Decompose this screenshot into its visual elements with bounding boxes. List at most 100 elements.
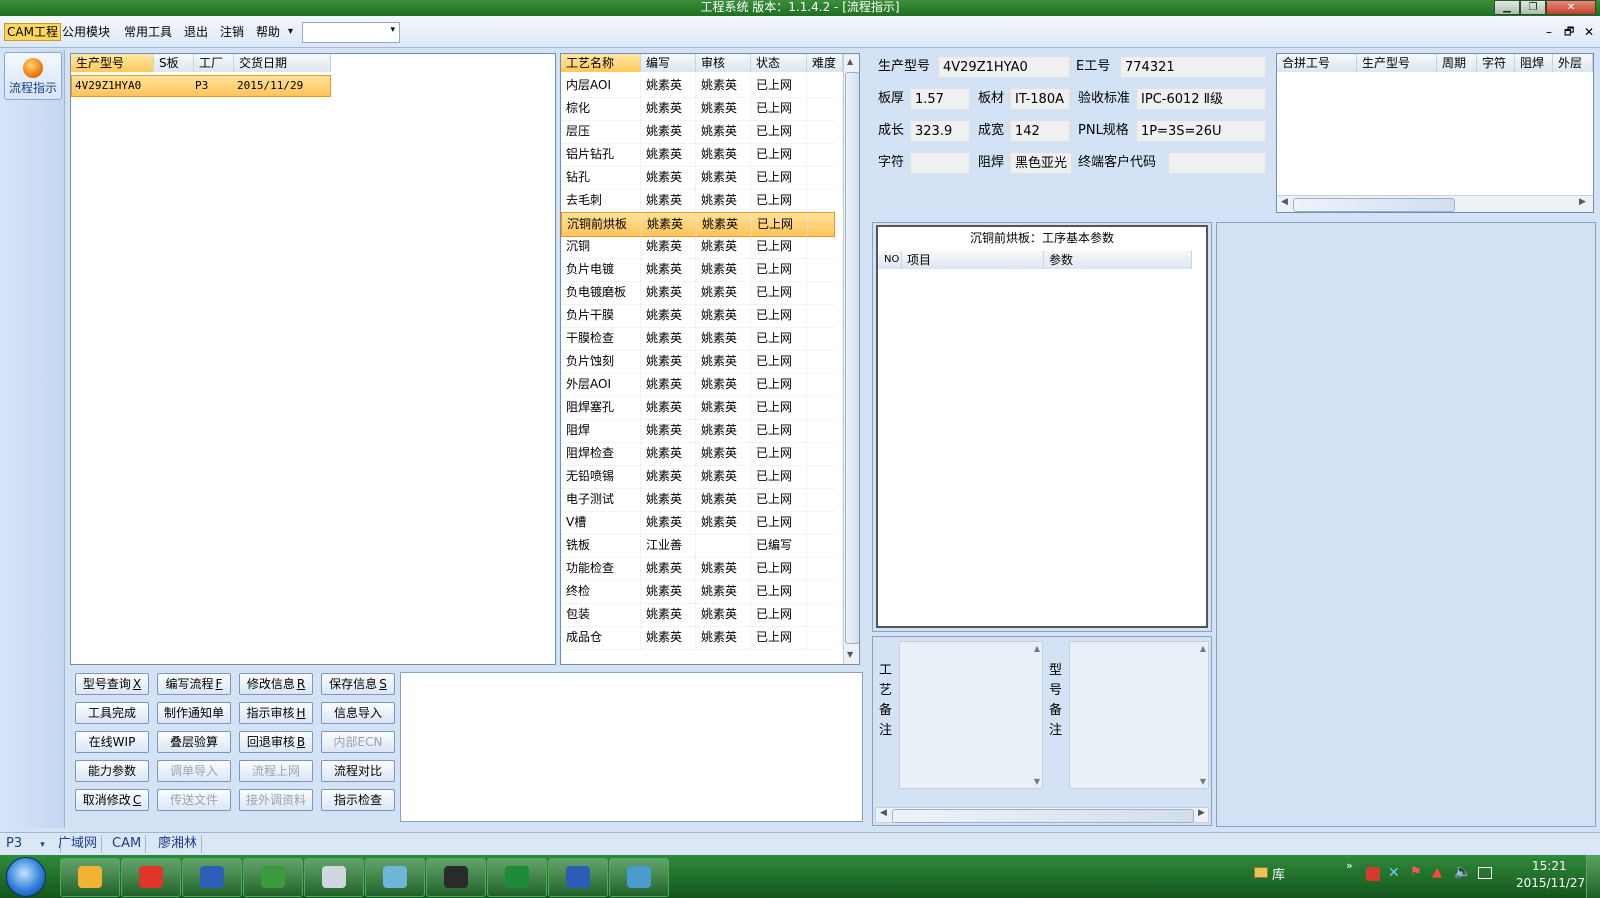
table-row[interactable]: 沉铜前烘板 姚素英 姚素英 已上网 — [561, 212, 844, 237]
action-button-11[interactable]: 内部ECN — [321, 731, 395, 753]
x-app-icon[interactable] — [426, 858, 486, 897]
table-row[interactable]: 终检 姚素英 姚素英 已上网 — [561, 580, 843, 604]
scroll-up-icon[interactable]: ▲ — [847, 57, 853, 66]
field-model[interactable]: 4V29Z1HYA0 — [938, 56, 1070, 78]
action-button-3[interactable]: 保存信息 S — [321, 673, 395, 695]
column-header-process[interactable]: 工艺名称 — [561, 54, 641, 72]
model-notes-input[interactable]: ▲ ▼ — [1069, 641, 1209, 789]
green-f-app-icon[interactable] — [243, 858, 303, 897]
action-button-15[interactable]: 流程对比 — [321, 760, 395, 782]
scroll-left-icon[interactable]: ◀ — [1281, 197, 1288, 207]
menu-cam[interactable]: CAM工程 — [4, 23, 61, 41]
menu-logout[interactable]: 注销 — [218, 24, 246, 40]
action-button-5[interactable]: 制作通知单 — [157, 702, 231, 724]
table-row[interactable]: 干膜检查 姚素英 姚素英 已上网 — [561, 327, 843, 351]
save-disk-icon[interactable] — [182, 858, 242, 897]
action-button-18[interactable]: 接外调资料 — [239, 789, 313, 811]
column-header-character[interactable]: 字符 — [1477, 54, 1515, 72]
mdi-restore-icon[interactable]: 🗗 — [1562, 24, 1576, 40]
table-row[interactable]: 阻焊 姚素英 姚素英 已上网 — [561, 419, 843, 443]
field-pnl[interactable]: 1P=3S=26U — [1136, 120, 1266, 142]
merge-h-scrollbar[interactable]: ◀ ▶ — [1277, 195, 1593, 212]
action-button-4[interactable]: 工具完成 — [75, 702, 149, 724]
table-row[interactable]: 负片干膜 姚素英 姚素英 已上网 — [561, 304, 843, 328]
column-header-model[interactable]: 生产型号 — [1357, 54, 1437, 72]
column-header-merge-no[interactable]: 合拼工号 — [1277, 54, 1357, 72]
action-button-16[interactable]: 取消修改 C — [75, 789, 149, 811]
close-icon[interactable]: ✕ — [1546, 0, 1596, 15]
minimize-icon[interactable]: ▁ — [1494, 0, 1520, 15]
table-row[interactable]: 负片蚀刻 姚素英 姚素英 已上网 — [561, 350, 843, 374]
action-button-10[interactable]: 回退审核 B — [239, 731, 313, 753]
table-row[interactable]: 包装 姚素英 姚素英 已上网 — [561, 603, 843, 627]
column-header-cycle[interactable]: 周期 — [1437, 54, 1477, 72]
field-thickness[interactable]: 1.57 — [910, 88, 970, 110]
field-width[interactable]: 142 — [1010, 120, 1070, 142]
clock-time[interactable]: 15:21 — [1532, 859, 1567, 873]
action-button-13[interactable]: 调单导入 — [157, 760, 231, 782]
tray-expand-icon[interactable]: » — [1346, 859, 1353, 872]
scroll-thumb[interactable] — [1293, 198, 1455, 212]
column-header-item[interactable]: 项目 — [902, 251, 1044, 269]
table-row[interactable]: V槽 姚素英 姚素英 已上网 — [561, 511, 843, 535]
folder-icon[interactable] — [1254, 867, 1268, 878]
action-button-14[interactable]: 流程上网 — [239, 760, 313, 782]
scroll-down-icon[interactable]: ▼ — [1034, 777, 1040, 786]
red-app-icon[interactable] — [121, 858, 181, 897]
menu-tools[interactable]: 常用工具 — [122, 24, 174, 40]
column-header-status[interactable]: 状态 — [751, 54, 807, 72]
column-header-reviewer[interactable]: 审核 — [696, 54, 751, 72]
table-row[interactable]: 钻孔 姚素英 姚素英 已上网 — [561, 166, 843, 190]
menu-help[interactable]: 帮助 — [254, 24, 282, 40]
shell-app-icon[interactable] — [60, 858, 120, 897]
mdi-minimize-icon[interactable]: – — [1544, 24, 1554, 40]
table-row[interactable]: 阻焊塞孔 姚素英 姚素英 已上网 — [561, 396, 843, 420]
action-button-1[interactable]: 编写流程 F — [157, 673, 231, 695]
action-button-9[interactable]: 叠层验算 — [157, 731, 231, 753]
field-e-number[interactable]: 774321 — [1120, 56, 1266, 78]
table-row[interactable]: 电子测试 姚素英 姚素英 已上网 — [561, 488, 843, 512]
process-notes-input[interactable]: ▲ ▼ — [899, 641, 1043, 789]
column-header-author[interactable]: 编写 — [641, 54, 696, 72]
menu-exit[interactable]: 退出 — [182, 24, 210, 40]
action-button-8[interactable]: 在线WIP — [75, 731, 149, 753]
module-combo[interactable]: ▾ — [302, 22, 400, 43]
process-scrollbar[interactable]: ▲ ▼ — [843, 54, 859, 664]
chevron-down-icon[interactable]: ▾ — [40, 840, 45, 850]
field-standard[interactable]: IPC-6012 Ⅱ级 — [1136, 88, 1266, 110]
flow-guide-button[interactable]: 流程指示 — [4, 52, 62, 100]
table-row[interactable]: 阻焊检查 姚素英 姚素英 已上网 — [561, 442, 843, 466]
field-length[interactable]: 323.9 — [910, 120, 970, 142]
gear-app-icon[interactable] — [609, 858, 669, 897]
scroll-thumb[interactable] — [845, 72, 859, 644]
table-row[interactable]: 4V29Z1HYA0 P3 2015/11/29 — [71, 75, 331, 97]
column-header-delivery-date[interactable]: 交货日期 — [234, 54, 331, 72]
menu-public-modules[interactable]: 公用模块 — [60, 24, 112, 40]
tray-alert-icon[interactable]: ▲ — [1432, 865, 1442, 880]
table-row[interactable]: 功能检查 姚素英 姚素英 已上网 — [561, 557, 843, 581]
scroll-up-icon[interactable]: ▲ — [1034, 644, 1040, 653]
notes-h-scrollbar[interactable]: ◀ ▶ — [875, 807, 1209, 823]
action-button-19[interactable]: 指示检查 — [321, 789, 395, 811]
table-row[interactable]: 内层AOI 姚素英 姚素英 已上网 — [561, 74, 843, 98]
action-center-icon[interactable] — [1478, 867, 1492, 879]
chevron-down-icon[interactable]: ▾ — [286, 24, 295, 40]
excel-icon[interactable] — [487, 858, 547, 897]
column-header-no[interactable]: NO — [878, 251, 902, 269]
field-character[interactable] — [910, 152, 970, 174]
memo-box[interactable] — [400, 672, 863, 822]
action-button-6[interactable]: 指示审核 H — [239, 702, 313, 724]
volume-icon[interactable]: 🔈 — [1454, 864, 1471, 880]
table-row[interactable]: 铝片钻孔 姚素英 姚素英 已上网 — [561, 143, 843, 167]
status-factory[interactable]: P3 ▾ — [2, 835, 61, 853]
word-icon[interactable] — [548, 858, 608, 897]
network-error-icon[interactable]: ⚑ — [1410, 865, 1422, 880]
field-material[interactable]: IT-180A — [1010, 88, 1070, 110]
table-row[interactable]: 铣板 江业善 已编写 — [561, 534, 843, 558]
table-row[interactable]: 无铅喷锡 姚素英 姚素英 已上网 — [561, 465, 843, 489]
scroll-left-icon[interactable]: ◀ — [880, 808, 887, 818]
show-desktop-button[interactable] — [1586, 855, 1600, 898]
column-header-param[interactable]: 参数 — [1044, 251, 1192, 269]
maximize-icon[interactable]: ❐ — [1520, 0, 1546, 15]
column-header-solder-mask[interactable]: 阻焊 — [1515, 54, 1553, 72]
